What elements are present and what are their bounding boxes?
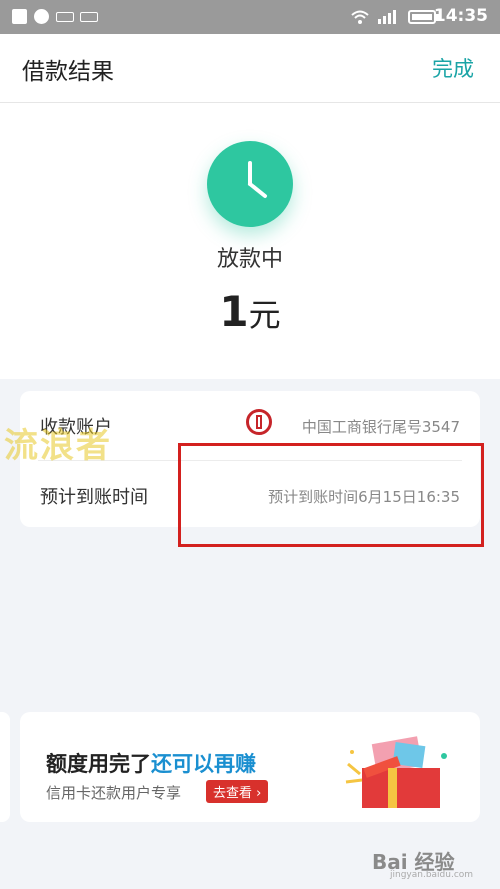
- globe-icon: [34, 9, 49, 24]
- done-button[interactable]: 完成: [432, 53, 474, 83]
- page-title: 借款结果: [22, 59, 114, 85]
- status-bar: 14:35: [0, 0, 500, 34]
- clock-icon: [207, 141, 293, 227]
- loan-amount: 1元: [0, 287, 500, 336]
- promo-title-part2: 还可以再赚: [151, 752, 256, 776]
- promo-title-part1: 额度用完了: [46, 752, 151, 776]
- highlight-annotation-box: [178, 443, 484, 547]
- account-value: 中国工商银行尾号3547: [301, 418, 460, 436]
- loan-status: 放款中: [216, 247, 283, 272]
- arrival-time-label: 预计到账时间: [40, 487, 148, 508]
- view-button[interactable]: 去查看 ›: [206, 780, 269, 803]
- signal-icon: [378, 10, 396, 24]
- sim-icon: [80, 12, 98, 22]
- result-section: 放款中 1元: [0, 103, 500, 379]
- promo-subtitle: 信用卡还款用户专享: [46, 784, 182, 802]
- status-time: 14:35: [433, 6, 488, 26]
- footer-url: jingyan.baidu.com: [390, 870, 474, 880]
- carousel-prev-card[interactable]: [0, 712, 10, 822]
- sim-icon: [56, 12, 74, 22]
- promo-banner[interactable]: 额度用完了还可以再赚 信用卡还款用户专享 去查看 ›: [20, 712, 480, 822]
- amount-unit: 元: [248, 296, 281, 334]
- image-icon: [12, 9, 27, 24]
- promo-title: 额度用完了还可以再赚: [46, 748, 256, 778]
- icbc-bank-icon: [246, 409, 272, 435]
- watermark: 流浪者: [4, 426, 112, 466]
- app-header: 借款结果 完成: [0, 34, 500, 103]
- wifi-icon: [351, 10, 369, 24]
- amount-number: 1: [219, 287, 249, 336]
- battery-icon: [408, 10, 436, 24]
- gift-box-icon: [345, 736, 447, 808]
